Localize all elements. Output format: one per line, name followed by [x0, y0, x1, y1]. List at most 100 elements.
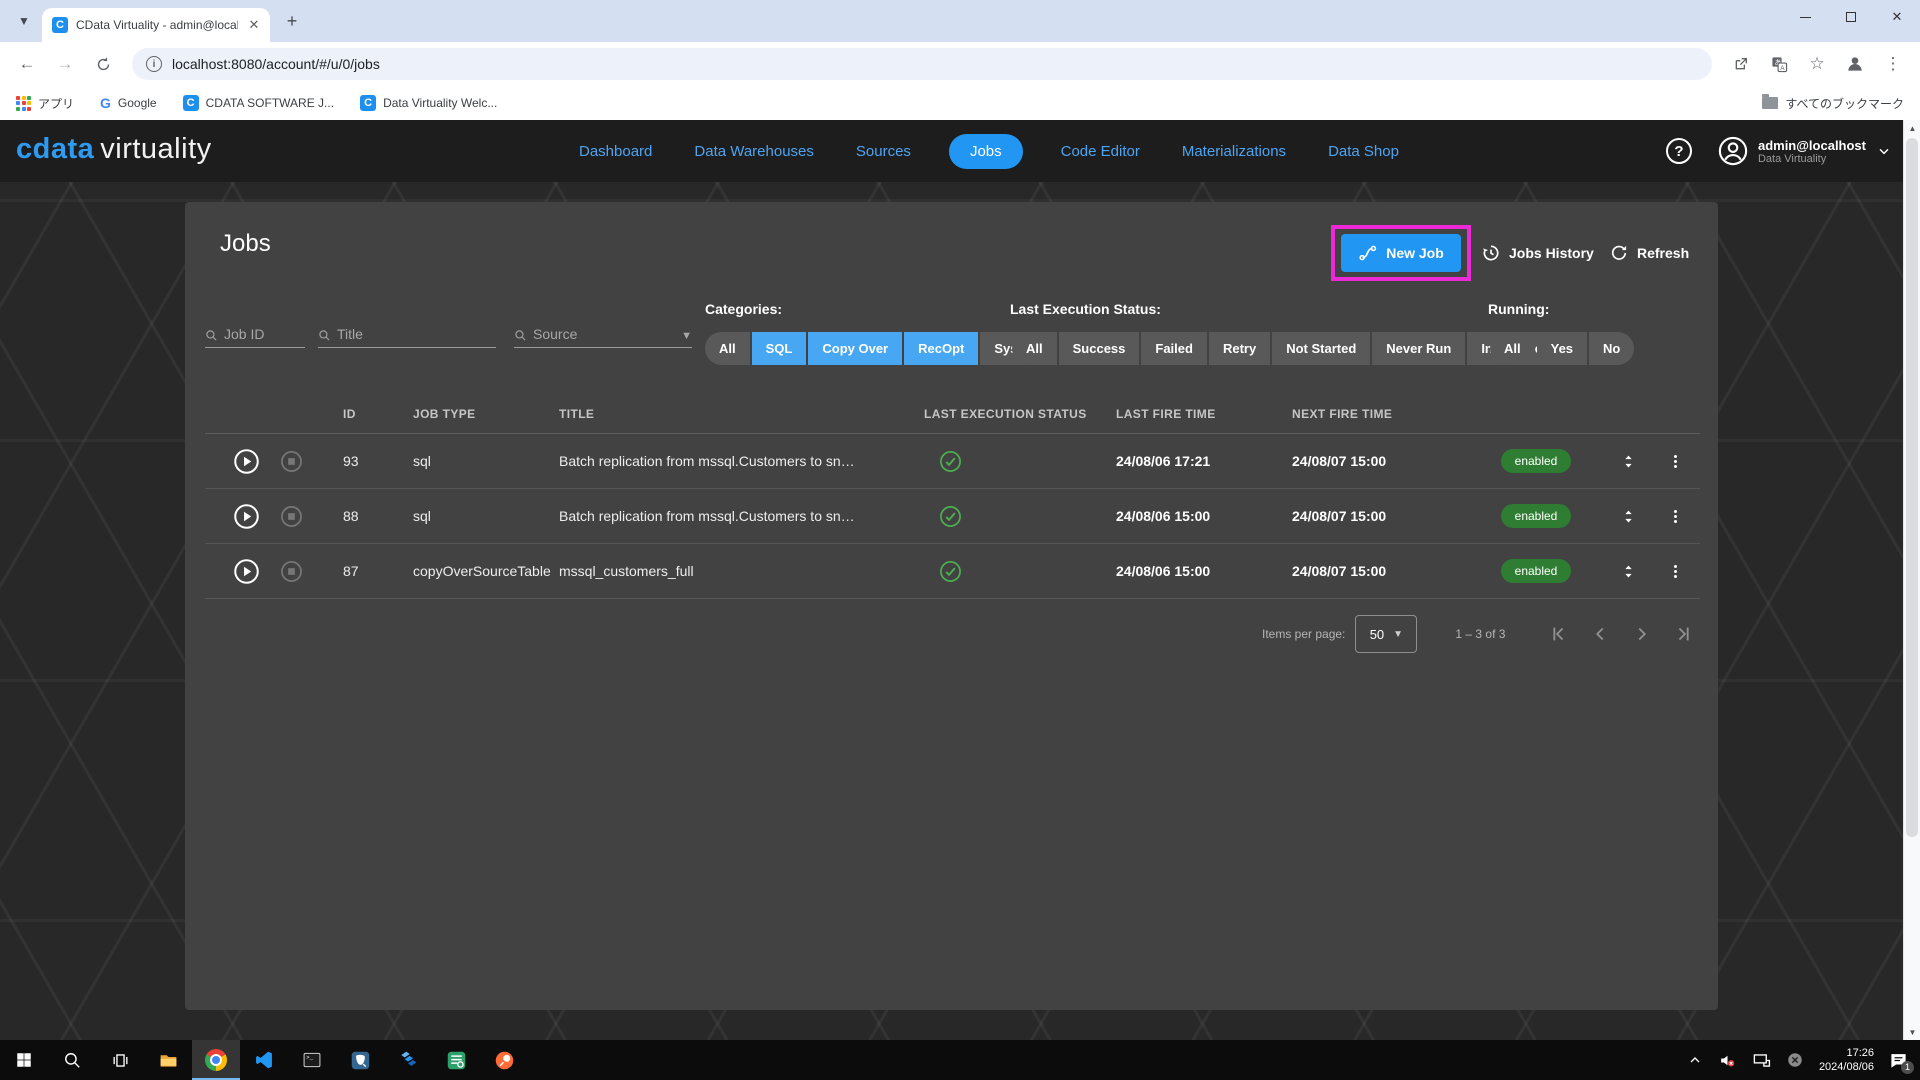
bookmark-star-icon[interactable]: ☆ [1800, 47, 1834, 81]
back-icon[interactable]: ← [10, 47, 44, 81]
enabled-badge[interactable]: enabled [1501, 449, 1572, 473]
terminal-icon[interactable]: >_ [288, 1040, 336, 1080]
page-size-select[interactable]: 50 ▼ [1355, 615, 1417, 653]
run-job-button[interactable] [225, 558, 267, 585]
postgresql-icon[interactable] [336, 1040, 384, 1080]
all-bookmarks-button[interactable]: すべてのブックマーク [1762, 95, 1904, 112]
next-page-button[interactable] [1629, 621, 1655, 647]
chip-categories-sql[interactable]: SQL [752, 332, 807, 365]
apps-grid-icon [16, 96, 31, 111]
app-logo[interactable]: cdatavirtuality [16, 133, 212, 166]
stop-job-button[interactable] [267, 450, 315, 473]
toggle-state-button[interactable] [1604, 562, 1653, 581]
chip-les-not-started[interactable]: Not Started [1272, 332, 1370, 365]
database-tool-icon[interactable] [432, 1040, 480, 1080]
bookmark-google[interactable]: G Google [100, 95, 157, 111]
previous-page-button[interactable] [1587, 621, 1613, 647]
source-filter[interactable]: ▼ [514, 318, 692, 348]
open-in-new-icon[interactable] [1724, 47, 1758, 81]
chip-les-success[interactable]: Success [1059, 332, 1140, 365]
new-job-button[interactable]: New Job [1341, 234, 1461, 272]
run-job-button[interactable] [225, 503, 267, 530]
vscode-icon[interactable] [240, 1040, 288, 1080]
help-icon[interactable]: ? [1666, 138, 1692, 164]
source-select[interactable] [533, 326, 675, 342]
notifications-button[interactable]: 1 [1889, 1051, 1908, 1070]
network-icon[interactable] [1752, 1051, 1771, 1070]
file-explorer-icon[interactable] [144, 1040, 192, 1080]
tray-chevron-up-icon[interactable] [1687, 1052, 1703, 1068]
row-menu-kebab-icon[interactable] [1653, 453, 1697, 470]
first-page-button[interactable] [1545, 621, 1571, 647]
site-info-icon[interactable]: i [146, 56, 162, 72]
status-x-icon[interactable] [1786, 1051, 1804, 1069]
chrome-taskbar-icon[interactable] [192, 1040, 240, 1080]
chip-categories-all[interactable]: All [705, 332, 750, 365]
toggle-state-button[interactable] [1604, 507, 1653, 526]
last-page-button[interactable] [1671, 621, 1697, 647]
browser-tab[interactable]: C CData Virtuality - admin@locall ✕ [42, 8, 270, 42]
nav-data-shop[interactable]: Data Shop [1324, 134, 1403, 169]
chip-running-no[interactable]: No [1589, 332, 1634, 365]
stop-job-button[interactable] [267, 560, 315, 583]
chip-categories-recopt[interactable]: RecOpt [904, 332, 978, 365]
chip-categories-copy-over[interactable]: Copy Over [808, 332, 902, 365]
window-maximize-button[interactable] [1828, 0, 1874, 34]
nav-dashboard[interactable]: Dashboard [575, 134, 656, 169]
bookmark-data-virtuality[interactable]: C Data Virtuality Welc... [360, 95, 497, 111]
page-scrollbar[interactable]: ▲ ▼ [1903, 120, 1920, 1040]
nav-jobs[interactable]: Jobs [949, 134, 1023, 169]
account-menu[interactable]: admin@localhost Data Virtuality [1718, 136, 1892, 166]
enabled-badge[interactable]: enabled [1501, 504, 1572, 528]
layers-app-icon[interactable] [384, 1040, 432, 1080]
dropdown-caret-icon[interactable]: ▼ [681, 330, 692, 342]
window-minimize-button[interactable] [1782, 0, 1828, 34]
taskbar-clock[interactable]: 17:26 2024/08/06 [1819, 1046, 1874, 1075]
nav-materializations[interactable]: Materializations [1178, 134, 1290, 169]
reload-icon[interactable] [86, 47, 120, 81]
scrollbar-thumb[interactable] [1906, 138, 1918, 837]
tab-close-icon[interactable]: ✕ [246, 17, 262, 33]
title-filter[interactable] [318, 318, 496, 348]
chip-running-yes[interactable]: Yes [1537, 332, 1587, 365]
forward-icon[interactable]: → [48, 47, 82, 81]
chip-les-retry[interactable]: Retry [1209, 332, 1270, 365]
window-close-button[interactable]: ✕ [1874, 0, 1920, 34]
row-menu-kebab-icon[interactable] [1653, 563, 1697, 580]
scroll-down-icon[interactable]: ▼ [1904, 1024, 1920, 1040]
translate-icon[interactable]: あA [1762, 47, 1796, 81]
chip-les-all[interactable]: All [1012, 332, 1057, 365]
scroll-up-icon[interactable]: ▲ [1904, 120, 1920, 136]
job-id-filter[interactable] [205, 318, 305, 348]
browser-menu-kebab-icon[interactable]: ⋮ [1876, 47, 1910, 81]
play-icon [233, 448, 260, 475]
taskbar-search-icon[interactable] [48, 1040, 96, 1080]
enabled-badge[interactable]: enabled [1501, 559, 1572, 583]
job-id-input[interactable] [224, 326, 305, 342]
nav-sources[interactable]: Sources [852, 134, 915, 169]
postman-icon[interactable] [480, 1040, 528, 1080]
chip-les-failed[interactable]: Failed [1141, 332, 1207, 365]
new-tab-button[interactable]: + [278, 7, 306, 35]
chip-les-never-run[interactable]: Never Run [1372, 332, 1465, 365]
title-input[interactable] [337, 326, 496, 342]
search-icon [205, 329, 218, 342]
run-job-button[interactable] [225, 448, 267, 475]
start-button[interactable] [0, 1040, 48, 1080]
row-menu-kebab-icon[interactable] [1653, 508, 1697, 525]
refresh-button[interactable]: Refresh [1609, 234, 1689, 272]
nav-code-editor[interactable]: Code Editor [1057, 134, 1144, 169]
profile-avatar-icon[interactable] [1838, 47, 1872, 81]
nav-data-warehouses[interactable]: Data Warehouses [690, 134, 818, 169]
stop-job-button[interactable] [267, 505, 315, 528]
address-bar[interactable]: i localhost:8080/account/#/u/0/jobs [132, 48, 1712, 80]
tab-search-button[interactable]: ▼ [10, 7, 38, 35]
bookmark-apps[interactable]: アプリ [16, 95, 74, 112]
cdata-favicon-icon: C [52, 17, 68, 33]
volume-muted-icon[interactable] [1718, 1051, 1737, 1070]
chip-running-all[interactable]: All [1490, 332, 1535, 365]
task-view-icon[interactable] [96, 1040, 144, 1080]
jobs-history-button[interactable]: Jobs History [1481, 234, 1594, 272]
bookmark-cdata-software[interactable]: C CDATA SOFTWARE J... [183, 95, 334, 111]
toggle-state-button[interactable] [1604, 452, 1653, 471]
